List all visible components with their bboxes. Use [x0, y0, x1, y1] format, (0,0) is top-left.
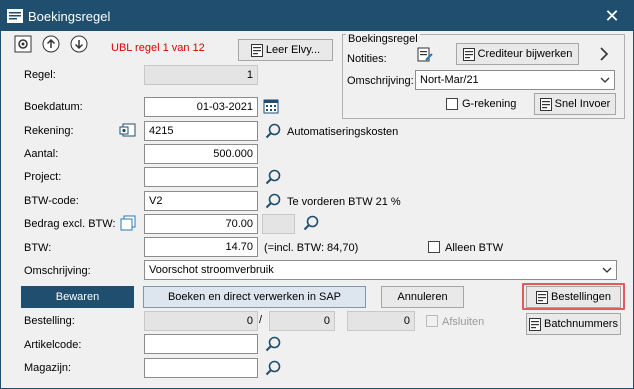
btw-code-input[interactable]: V2 — [144, 191, 258, 211]
bestelling-field-3: 0 — [347, 311, 415, 331]
crediteur-bijwerken-button[interactable]: Crediteur bijwerken — [456, 43, 579, 65]
g-rekening-label: G-rekening — [462, 98, 517, 110]
crediteur-bijwerken-label: Crediteur bijwerken — [477, 48, 573, 60]
account-card-icon[interactable] — [119, 121, 137, 139]
boekdatum-input[interactable]: 01-03-2021 — [144, 97, 258, 117]
annuleren-button[interactable]: Annuleren — [381, 286, 464, 308]
calendar-icon[interactable] — [263, 98, 279, 114]
notes-edit-icon[interactable] — [416, 46, 434, 64]
settings-icon[interactable] — [14, 35, 32, 53]
search-icon[interactable] — [265, 193, 281, 209]
omschrijving-label: Omschrijving: — [24, 265, 91, 277]
bestelling-label: Bestelling: — [24, 315, 75, 327]
magazijn-input[interactable] — [144, 358, 258, 378]
copy-icon[interactable] — [119, 214, 137, 232]
btw-code-description: Te vorderen BTW 21 % — [287, 196, 401, 208]
search-icon[interactable] — [303, 215, 319, 231]
window-title: Boekingsregel — [28, 9, 111, 24]
form-icon — [529, 317, 541, 331]
arrow-up-icon[interactable] — [42, 35, 60, 53]
app-icon — [7, 9, 23, 23]
notities-label: Notities: — [347, 53, 387, 65]
btw-code-label: BTW-code: — [24, 195, 79, 207]
bestelling-field-2: 0 — [269, 311, 335, 331]
rekening-input[interactable]: 4215 — [144, 121, 258, 141]
arrow-down-icon[interactable] — [70, 35, 88, 53]
search-icon[interactable] — [265, 360, 281, 376]
search-icon[interactable] — [265, 123, 281, 139]
form-icon — [462, 47, 475, 61]
btw-incl-text: (=incl. BTW: 84,70) — [264, 242, 359, 254]
form-icon — [539, 97, 552, 111]
chevron-right-icon[interactable] — [596, 45, 612, 63]
boekdatum-label: Boekdatum: — [24, 101, 83, 113]
bedrag-input[interactable]: 70.00 — [144, 214, 258, 234]
search-icon[interactable] — [265, 169, 281, 185]
group-omschrijving-value: Nort-Mar/21 — [420, 74, 479, 86]
project-input[interactable] — [144, 167, 258, 187]
leer-elvy-button[interactable]: Leer Elvy... — [238, 39, 333, 61]
aantal-label: Aantal: — [24, 148, 59, 160]
rekening-label: Rekening: — [24, 125, 74, 137]
artikelcode-input[interactable] — [144, 334, 258, 354]
bedrag-label: Bedrag excl. BTW: — [24, 218, 116, 230]
form-icon — [536, 290, 549, 304]
snel-invoer-button[interactable]: Snel Invoer — [534, 93, 616, 115]
btw-input[interactable]: 14.70 — [144, 237, 258, 257]
bestelling-field-1: 0 — [144, 311, 258, 331]
btw-label: BTW: — [24, 242, 52, 254]
bedrag-currency-field — [262, 214, 295, 234]
bewaren-button[interactable]: Bewaren — [21, 286, 134, 308]
batchnummers-label: Batchnummers — [544, 318, 618, 330]
close-icon[interactable]: ✕ — [599, 4, 625, 28]
boeken-verwerken-button[interactable]: Boeken en direct verwerken in SAP — [143, 286, 366, 308]
afsluiten-label: Afsluiten — [442, 316, 485, 328]
bestelling-separator: / — [259, 314, 263, 326]
chevron-down-icon — [602, 267, 612, 273]
title-bar: Boekingsregel ✕ — [1, 1, 633, 31]
group-omschrijving-label: Omschrijving: — [347, 75, 414, 87]
group-title: Boekingsregel — [346, 33, 420, 45]
regel-field: 1 — [144, 65, 258, 85]
omschrijving-value: Voorschot stroomverbruik — [149, 264, 274, 276]
chevron-down-icon — [600, 77, 610, 83]
bestellingen-button[interactable]: Bestellingen — [526, 286, 621, 308]
alleen-btw-label: Alleen BTW — [445, 242, 504, 254]
rekening-description: Automatiseringskosten — [287, 126, 399, 138]
alleen-btw-checkbox[interactable] — [428, 241, 440, 253]
artikelcode-label: Artikelcode: — [24, 339, 82, 351]
form-icon — [250, 43, 263, 57]
aantal-input[interactable]: 500.000 — [144, 144, 258, 164]
snel-invoer-label: Snel Invoer — [554, 98, 611, 110]
dialog-window: Boekingsregel ✕ UBL regel 1 van 12 Leer … — [0, 0, 634, 389]
group-omschrijving-combo[interactable]: Nort-Mar/21 — [415, 70, 615, 90]
project-label: Project: — [24, 171, 62, 183]
search-icon[interactable] — [265, 336, 281, 352]
omschrijving-combo[interactable]: Voorschot stroomverbruik — [144, 260, 617, 280]
g-rekening-checkbox[interactable] — [446, 98, 458, 110]
afsluiten-checkbox[interactable] — [426, 315, 438, 327]
batchnummers-button[interactable]: Batchnummers — [526, 313, 621, 335]
regel-label: Regel: — [24, 69, 56, 81]
bestellingen-label: Bestellingen — [551, 291, 611, 303]
magazijn-label: Magazijn: — [24, 362, 72, 374]
leer-elvy-label: Leer Elvy... — [265, 44, 321, 56]
ubl-status-text: UBL regel 1 van 12 — [111, 42, 205, 54]
